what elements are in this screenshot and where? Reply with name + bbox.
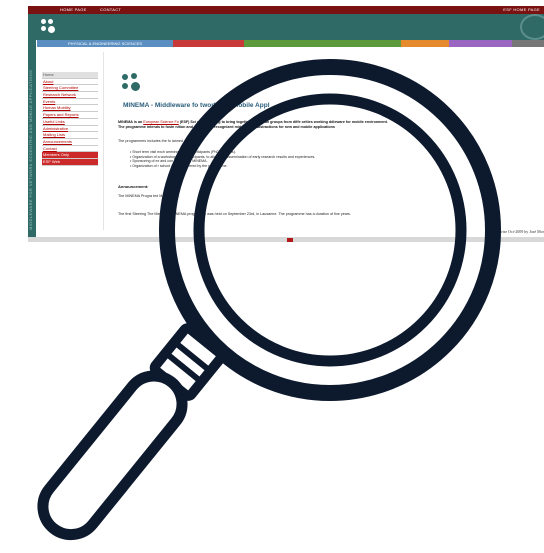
menu-item-steering-committee[interactable]: Steering Committee (42, 85, 98, 93)
esf-link[interactable]: European Science Fo (143, 120, 178, 124)
menu-item-research-network[interactable]: Research Network (42, 92, 98, 99)
site-header (28, 14, 544, 40)
contact-link[interactable]: CONTACT (100, 6, 121, 14)
bullet-text: Organization of a workshop mme participa… (132, 154, 316, 159)
minema-logo-icon (118, 70, 144, 96)
sidebar-vertical-text: MIDDLEWARE FOR NETWORK ECCENTRIC AND MOB… (28, 69, 33, 230)
intro-paragraph: MINEMA is an European Science Fo (ESF) S… (118, 120, 388, 130)
left-menu: Home About Steering Committee Research Netw… (42, 72, 98, 166)
top-navigation-bar: HOME PAGE CONTACT ESF HOME PAGE (28, 6, 544, 14)
menu-item-administrative[interactable]: Administrative (42, 126, 98, 133)
bullet-text: Short term visit exch amming the the par… (132, 150, 236, 154)
menu-item-mailing-lists[interactable]: Mailing Lists (42, 132, 98, 139)
menu-item-papers-and-reports[interactable]: Papers and Reports (42, 112, 98, 119)
menu-item-about[interactable]: About (42, 79, 98, 86)
vertical-sidebar-strip: MIDDLEWARE FOR NETWORK ECCENTRIC AND MOB… (28, 40, 36, 240)
includes-text: The programmes includes the fo lanned ac… (118, 139, 189, 143)
last-revised-text: Last revise Oct-2009 by José Mor (489, 229, 544, 234)
bullet-text: Sponsoring of ex and con the area of MIN… (132, 159, 208, 164)
home-page-link[interactable]: HOME PAGE (60, 6, 87, 14)
menu-item-useful-links[interactable]: Useful Links (42, 119, 98, 126)
bullet-text: Organization of r school objects covered… (132, 163, 228, 168)
color-segment (244, 40, 401, 47)
menu-item-members-only[interactable]: Members Only (42, 152, 98, 159)
menu-item-esf-web[interactable]: ESF Web (42, 158, 98, 166)
intro-text: MINEMA is an (118, 120, 144, 124)
section-label[interactable]: PHYSICAL & ENGINEERING SCIENCES (37, 40, 173, 47)
menu-item-contact[interactable]: Contact (42, 146, 98, 153)
menu-item-human-mobility[interactable]: Human Mobility (42, 105, 98, 113)
menu-item-events[interactable]: Events (42, 99, 98, 106)
announcement-text: The MINEMA Progra ted March 2006. (118, 194, 180, 198)
color-segment (401, 40, 449, 47)
color-segment (173, 40, 244, 47)
esf-home-page-link[interactable]: ESF HOME PAGE (503, 6, 540, 14)
activity-bullet: • Organization of r school objects cover… (130, 163, 228, 168)
esf-logo-icon (520, 14, 544, 40)
intro-text-cont: (ESF) Sci amme aiming to bring together … (178, 120, 388, 124)
announcement-text: The first Steering The Meeting e MINEMA … (118, 212, 351, 216)
menu-item-announcements[interactable]: Announcements (42, 139, 98, 146)
intro-text-2: The programme intends to foste nition an… (118, 125, 335, 129)
footer-bar (28, 237, 544, 242)
back-to-top-icon[interactable] (287, 238, 293, 242)
menu-item-home[interactable]: Home (42, 72, 98, 79)
minema-small-logo-icon[interactable] (39, 17, 57, 35)
section-color-bar: PHYSICAL & ENGINEERING SCIENCES (37, 40, 544, 47)
color-segment (512, 40, 544, 47)
menu-divider (103, 52, 104, 230)
page-title: MINEMA - Middleware fo twork Eco Mobile … (123, 102, 270, 109)
color-segment (449, 40, 512, 47)
announcement-heading: Announcement: (118, 184, 149, 189)
